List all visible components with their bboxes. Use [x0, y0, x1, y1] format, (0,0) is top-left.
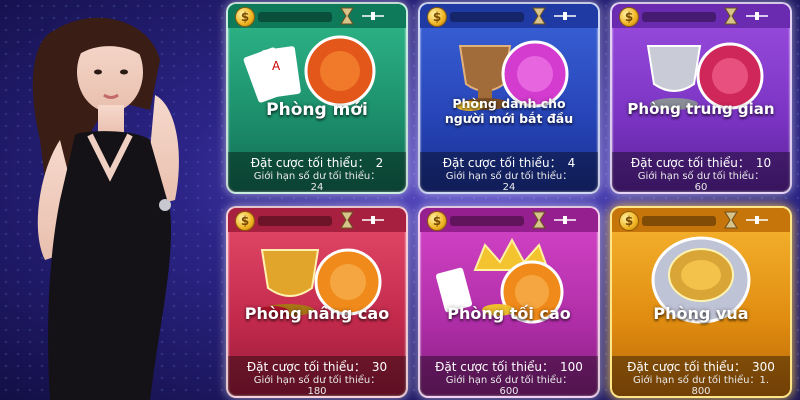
- min-bet-value: 300: [752, 360, 775, 374]
- hourglass-icon: [724, 7, 738, 25]
- room-name: Phòng tối cao: [447, 304, 571, 323]
- min-balance-label: Giới hạn số dư tối thiểu：: [445, 171, 573, 182]
- balance-bar: [258, 216, 332, 226]
- min-balance-value: 24: [502, 182, 516, 193]
- card-topbar: $: [228, 208, 406, 232]
- svg-text:A: A: [272, 59, 281, 73]
- room-name: Phòng vua: [653, 304, 749, 323]
- min-balance-value: 800: [691, 386, 711, 397]
- slider-icon: [746, 12, 768, 20]
- min-bet-label: Đặt cược tối thiểu：: [250, 156, 370, 170]
- slider-icon: [554, 216, 576, 224]
- coin-icon: $: [236, 212, 254, 230]
- hourglass-icon: [340, 211, 354, 229]
- hourglass-icon: [724, 211, 738, 229]
- coin-icon: $: [428, 8, 446, 26]
- slider-icon: [362, 216, 384, 224]
- balance-bar: [642, 12, 716, 22]
- room-info: Đặt cược tối thiểu： 4 Giới hạn số dư tối …: [420, 152, 598, 192]
- room-info: Đặt cược tối thiểu： 10 Giới hạn số dư tối…: [612, 152, 790, 192]
- room-name: Phòng mới: [266, 100, 368, 120]
- room-info: Đặt cược tối thiểu： 2 Giới hạn số dư tối …: [228, 152, 406, 192]
- min-bet-value: 100: [560, 360, 583, 374]
- min-bet-value: 10: [755, 156, 772, 170]
- room-name: Phòng dành cho người mới bắt đầu: [444, 96, 574, 126]
- room-card-intermediate[interactable]: $ Phòng trung gian Đặt cược tối thiểu： 10…: [610, 2, 792, 194]
- hourglass-icon: [532, 7, 546, 25]
- room-card-beginner[interactable]: $ Phòng dành cho người mới bắt đầu Đặt c…: [418, 2, 600, 194]
- balance-bar: [450, 12, 524, 22]
- balance-bar: [642, 216, 716, 226]
- hourglass-icon: [340, 7, 354, 25]
- min-bet-value: 30: [371, 360, 388, 374]
- coin-icon: $: [620, 212, 638, 230]
- min-balance-value: 180: [307, 386, 327, 397]
- room-card-advanced[interactable]: $ Phòng nâng cao Đặt cược tối thiểu： 30 G…: [226, 206, 408, 398]
- min-balance-label: Giới hạn số dư tối thiểu：: [445, 375, 573, 386]
- room-info: Đặt cược tối thiểu： 30 Giới hạn số dư tối…: [228, 356, 406, 396]
- room-name: Phòng trung gian: [627, 100, 775, 118]
- min-balance-label: Giới hạn số dư tối thiểu：: [253, 171, 381, 182]
- card-topbar: $: [612, 4, 790, 28]
- balance-bar: [450, 216, 524, 226]
- room-info: Đặt cược tối thiểu： 100 Giới hạn số dư tố…: [420, 356, 598, 396]
- min-bet-value: 4: [567, 156, 576, 170]
- min-balance-label: Giới hạn số dư tối thiểu：: [253, 375, 381, 386]
- room-card-king[interactable]: $ Phòng vua Đặt cược tối thiểu： 300 Giới …: [610, 206, 792, 398]
- coin-icon: $: [428, 212, 446, 230]
- min-bet-label: Đặt cược tối thiểu：: [630, 156, 750, 170]
- room-card-new[interactable]: $ A Phòng mới Đặt cược tối thiểu： 2 Giới …: [226, 2, 408, 194]
- room-info: Đặt cược tối thiểu： 300 Giới hạn số dư tố…: [612, 356, 790, 396]
- min-balance-value: 600: [499, 386, 519, 397]
- min-balance-value: 60: [694, 182, 708, 193]
- balance-bar: [258, 12, 332, 22]
- hostess-image: [32, 17, 179, 400]
- slider-icon: [362, 12, 384, 20]
- card-topbar: $: [228, 4, 406, 28]
- room-name: Phòng nâng cao: [244, 304, 390, 323]
- min-bet-label: Đặt cược tối thiểu：: [627, 360, 747, 374]
- min-balance-value: 24: [310, 182, 324, 193]
- min-balance-label: Giới hạn số dư tối thiểu：1.: [632, 375, 770, 386]
- card-topbar: $: [420, 208, 598, 232]
- hourglass-icon: [532, 211, 546, 229]
- room-card-supreme[interactable]: $ Phòng tối cao Đặt cược tối thiểu： 100 G…: [418, 206, 600, 398]
- min-balance-label: Giới hạn số dư tối thiểu：: [637, 171, 765, 182]
- min-bet-label: Đặt cược tối thiểu：: [246, 360, 366, 374]
- card-topbar: $: [420, 4, 598, 28]
- coin-icon: $: [620, 8, 638, 26]
- slider-icon: [746, 216, 768, 224]
- coin-icon: $: [236, 8, 254, 26]
- min-bet-label: Đặt cược tối thiểu：: [442, 156, 562, 170]
- min-bet-label: Đặt cược tối thiểu：: [435, 360, 555, 374]
- card-topbar: $: [612, 208, 790, 232]
- min-bet-value: 2: [375, 156, 384, 170]
- slider-icon: [554, 12, 576, 20]
